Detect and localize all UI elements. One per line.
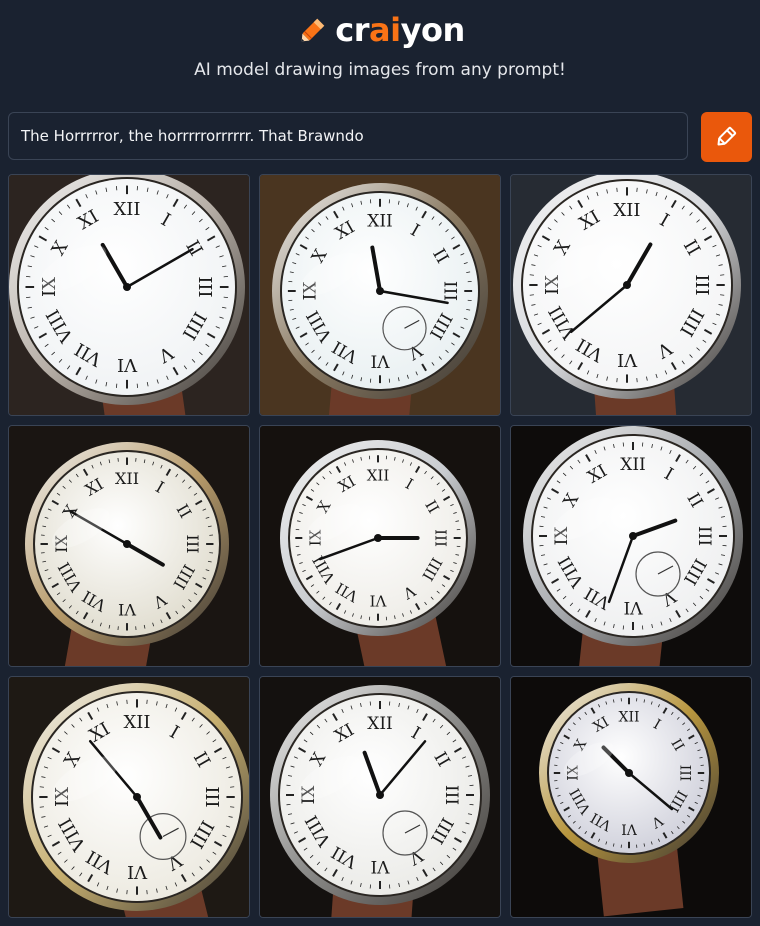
svg-text:XII: XII xyxy=(618,709,639,725)
svg-text:III: III xyxy=(694,526,714,546)
generated-image[interactable]: XII I II III IIII V VI VII VIII IX X XI xyxy=(8,676,250,918)
svg-text:III: III xyxy=(201,786,222,807)
svg-text:VI: VI xyxy=(624,597,644,617)
generated-image[interactable]: XII I II III IIII V VI VII VIII IX X XI xyxy=(510,676,752,918)
header: craiyon AI model drawing images from any… xyxy=(0,0,760,110)
svg-text:III: III xyxy=(691,274,712,295)
logo-accent: ai xyxy=(369,11,401,49)
svg-text:VI: VI xyxy=(117,354,138,375)
generated-image[interactable]: XII I II III IIII V VI VII VIII IX X XI xyxy=(510,174,752,416)
prompt-input[interactable] xyxy=(8,112,688,160)
svg-text:III: III xyxy=(194,276,215,297)
svg-text:VI: VI xyxy=(370,591,388,609)
generated-image[interactable]: XII I II III IIII V VI VII VIII IX X XI xyxy=(259,676,501,918)
watch-image: XII IIIIIIIIIIVVIVIIVIIIIXXXI xyxy=(9,175,249,415)
generated-image[interactable]: XII I II III IIII V VI VII VIII IX X XI xyxy=(510,425,752,667)
watch-image: XII IIIIIIIIIIVVIVIIVIIIIXXXI xyxy=(511,426,751,666)
svg-text:VI: VI xyxy=(621,821,638,837)
logo-suffix: yon xyxy=(400,11,466,49)
svg-text:III: III xyxy=(431,529,449,547)
svg-text:XII: XII xyxy=(115,469,139,488)
watch-image: XII IIIIIIIIIIVVIVIIVIIIIXXXI xyxy=(260,677,500,917)
image-grid: XII I II III IIII V VI VII VIII IX X XI XII I II III III… xyxy=(8,174,752,918)
watch-image: XII IIIIIIIIIIVVIVIIVIIIIXXXI xyxy=(9,677,249,917)
svg-text:XII: XII xyxy=(113,199,140,220)
watch-image: XII IIIIIIIIIIVVIVIIVIIIIXXXI xyxy=(511,175,751,415)
svg-text:XII: XII xyxy=(123,712,150,733)
logo[interactable]: craiyon xyxy=(0,8,760,52)
watch-image: XII IIIIIIIIIIVVIVIIVIIIIXXXI xyxy=(260,426,500,666)
svg-text:VI: VI xyxy=(617,349,638,370)
pencil-icon xyxy=(295,12,331,48)
svg-text:VI: VI xyxy=(118,600,137,619)
tagline: AI model drawing images from any prompt! xyxy=(194,60,566,80)
watch-image: XII IIIIIIIIIIVVIVIIVIIIIXXXI xyxy=(260,175,500,415)
draw-button[interactable] xyxy=(701,112,752,162)
generated-image[interactable]: XII I II III IIII V VI VII VIII IX X XI xyxy=(259,425,501,667)
craiyon-page: craiyon AI model drawing images from any… xyxy=(0,0,760,926)
logo-prefix: cr xyxy=(335,11,370,49)
svg-text:VI: VI xyxy=(371,856,391,876)
watch-image: XII IIIIIIIIIIVVIVIIVIIIIXXXI xyxy=(511,677,751,917)
svg-text:III: III xyxy=(677,765,693,782)
svg-text:XII: XII xyxy=(613,200,640,221)
generated-image[interactable]: XII I II III IIII V VI VII VIII IX X XI xyxy=(8,425,250,667)
svg-text:XII: XII xyxy=(620,455,646,475)
watch-image: XII IIIIIIIIIIVVIVIIVIIIIXXXI xyxy=(9,426,249,666)
svg-text:III: III xyxy=(440,281,460,301)
svg-text:III: III xyxy=(183,535,202,554)
svg-text:XII: XII xyxy=(367,714,393,734)
svg-text:VI: VI xyxy=(127,861,148,882)
svg-text:XII: XII xyxy=(367,211,393,231)
logo-text: craiyon xyxy=(335,11,466,49)
generated-image[interactable]: XII I II III IIII V VI VII VIII IX X XI xyxy=(8,174,250,416)
pencil-icon xyxy=(714,123,740,152)
generated-image[interactable]: XII I II III IIII V VI VII VIII IX X XI xyxy=(259,174,501,416)
svg-text:XII: XII xyxy=(367,467,390,485)
svg-text:VI: VI xyxy=(371,351,391,371)
svg-text:III: III xyxy=(441,785,461,805)
